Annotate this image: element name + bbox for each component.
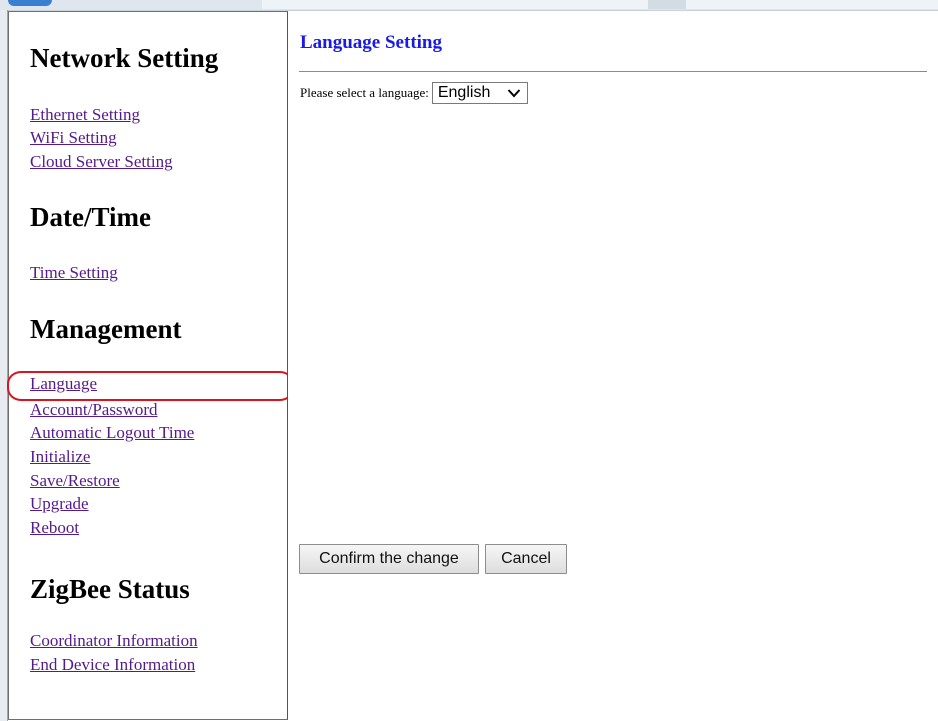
- link-upgrade[interactable]: Upgrade: [30, 493, 89, 515]
- title-divider: [299, 71, 927, 72]
- link-end-device-information[interactable]: End Device Information: [30, 654, 195, 676]
- cancel-button[interactable]: Cancel: [485, 544, 567, 574]
- language-select-value: English: [437, 84, 491, 101]
- link-automatic-logout-time[interactable]: Automatic Logout Time: [30, 422, 194, 444]
- link-ethernet-setting[interactable]: Ethernet Setting: [30, 104, 140, 126]
- link-language[interactable]: Language: [30, 373, 97, 395]
- section-title-management: Management: [30, 314, 182, 344]
- link-time-setting[interactable]: Time Setting: [30, 262, 118, 284]
- link-initialize[interactable]: Initialize: [30, 446, 90, 468]
- language-select[interactable]: English: [431, 82, 528, 104]
- browser-tab-indicator: [8, 0, 52, 6]
- link-account-password[interactable]: Account/Password: [30, 399, 157, 421]
- browser-tab-strip-end: [686, 0, 938, 9]
- link-cloud-server-setting[interactable]: Cloud Server Setting: [30, 151, 173, 173]
- confirm-change-button[interactable]: Confirm the change: [299, 544, 479, 574]
- browser-top-strip: [0, 0, 938, 11]
- window-left-edge: [0, 10, 8, 721]
- link-wifi-setting[interactable]: WiFi Setting: [30, 127, 117, 149]
- page-title: Language Setting: [300, 32, 442, 53]
- link-reboot[interactable]: Reboot: [30, 517, 79, 539]
- language-label: Please select a language:: [300, 85, 429, 100]
- chevron-down-icon: [507, 89, 521, 98]
- link-coordinator-information[interactable]: Coordinator Information: [30, 630, 198, 652]
- sidebar: Network Setting Ethernet Setting WiFi Se…: [7, 11, 294, 720]
- language-row: Please select a language: English: [300, 82, 528, 104]
- main-content: Language Setting Please select a languag…: [288, 11, 938, 721]
- browser-tab-strip-segment: [648, 0, 687, 9]
- link-save-restore[interactable]: Save/Restore: [30, 470, 120, 492]
- section-title-zigbee: ZigBee Status: [30, 574, 190, 604]
- browser-tab-strip: [262, 0, 649, 9]
- section-title-network: Network Setting: [30, 43, 219, 73]
- section-title-datetime: Date/Time: [30, 202, 151, 232]
